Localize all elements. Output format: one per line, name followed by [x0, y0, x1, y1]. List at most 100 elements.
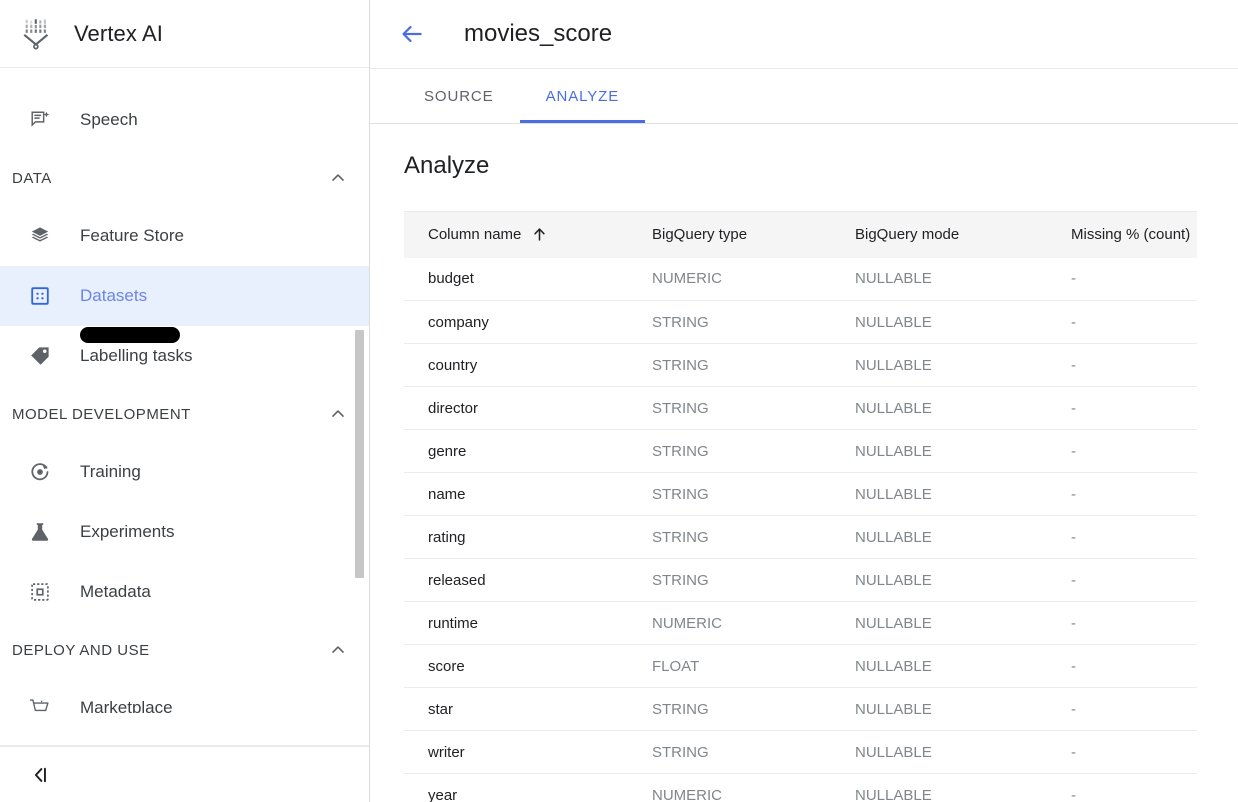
sidebar-item-label: Feature Store [80, 226, 184, 246]
sidebar-item-vision[interactable]: Vision [0, 68, 370, 90]
column-header-missing-percent[interactable]: Missing % (count) [1047, 212, 1197, 258]
table-row[interactable]: releasedSTRINGNULLABLE- [404, 559, 1197, 602]
sidebar-item-speech[interactable]: Speech [0, 90, 370, 150]
column-header-label: BigQuery mode [855, 226, 959, 243]
table-row[interactable]: writerSTRINGNULLABLE- [404, 731, 1197, 774]
table-cell-name: budget [404, 258, 628, 301]
sidebar-item-labelling-tasks[interactable]: Labelling tasks [0, 326, 370, 386]
table-cell-mode: NULLABLE [831, 774, 1047, 802]
brand-header: Vertex AI [0, 0, 369, 68]
sidebar-item-training[interactable]: Training [0, 442, 370, 502]
table-cell-type: STRING [628, 516, 831, 559]
sidebar-item-label: Marketplace [80, 698, 173, 713]
table-cell-mode: NULLABLE [831, 602, 1047, 645]
tab-label: ANALYZE [546, 88, 620, 105]
tab-source[interactable]: SOURCE [398, 69, 520, 123]
table-row[interactable]: countrySTRINGNULLABLE- [404, 344, 1197, 387]
arrow-left-icon[interactable] [392, 14, 432, 54]
table-row[interactable]: companySTRINGNULLABLE- [404, 301, 1197, 344]
sidebar-section-data[interactable]: DATA [0, 150, 370, 206]
table-cell-type: STRING [628, 301, 831, 344]
sidebar-item-label: Training [80, 462, 141, 482]
table-header-row: Column name BigQuery type [404, 212, 1197, 258]
arrow-up-icon[interactable] [531, 226, 548, 243]
table-row[interactable]: genreSTRINGNULLABLE- [404, 430, 1197, 473]
tab-bar: SOURCE ANALYZE [370, 68, 1238, 124]
column-header-label: BigQuery type [652, 226, 747, 243]
table-cell-type: NUMERIC [628, 602, 831, 645]
table-cell-mode: NULLABLE [831, 645, 1047, 688]
image-icon [22, 68, 58, 78]
column-header-column-name[interactable]: Column name [404, 212, 628, 258]
column-header-label: Missing % (count) [1071, 226, 1190, 243]
table-cell-name: star [404, 688, 628, 731]
sidebar-item-label: Labelling tasks [80, 346, 192, 366]
table-cell-name: company [404, 301, 628, 344]
tab-analyze[interactable]: ANALYZE [520, 69, 646, 123]
app-root: Vertex AI Vision [0, 0, 1238, 802]
table-cell-mode: NULLABLE [831, 430, 1047, 473]
metadata-icon [22, 574, 58, 610]
table-row[interactable]: runtimeNUMERICNULLABLE- [404, 602, 1197, 645]
sidebar: Vertex AI Vision [0, 0, 370, 802]
tag-icon [22, 338, 58, 374]
collapse-menu-icon[interactable] [22, 757, 58, 793]
table-cell-mode: NULLABLE [831, 387, 1047, 430]
table-cell-missing: - [1047, 688, 1197, 731]
table-cell-missing: - [1047, 387, 1197, 430]
column-header-bigquery-type[interactable]: BigQuery type [628, 212, 831, 258]
sidebar-item-metadata[interactable]: Metadata [0, 562, 370, 622]
sidebar-scrollbar-thumb[interactable] [355, 330, 364, 578]
sidebar-item-feature-store[interactable]: Feature Store [0, 206, 370, 266]
table-cell-type: NUMERIC [628, 258, 831, 301]
table-cell-name: country [404, 344, 628, 387]
sidebar-nav-scroll[interactable]: Vision Speech DATA [0, 68, 370, 713]
sidebar-section-model-development[interactable]: MODEL DEVELOPMENT [0, 386, 370, 442]
chevron-up-icon [328, 640, 348, 660]
sidebar-item-label: Speech [80, 110, 138, 130]
table-cell-type: STRING [628, 344, 831, 387]
table-cell-missing: - [1047, 258, 1197, 301]
datasets-icon [22, 278, 58, 314]
table-cell-name: genre [404, 430, 628, 473]
sidebar-item-datasets[interactable]: Datasets [0, 266, 370, 326]
table-cell-mode: NULLABLE [831, 301, 1047, 344]
sidebar-item-marketplace[interactable]: Marketplace [0, 678, 370, 713]
sidebar-item-experiments[interactable]: Experiments [0, 502, 370, 562]
table-row[interactable]: directorSTRINGNULLABLE- [404, 387, 1197, 430]
table-cell-name: runtime [404, 602, 628, 645]
table-cell-name: director [404, 387, 628, 430]
table-cell-mode: NULLABLE [831, 516, 1047, 559]
table-cell-missing: - [1047, 731, 1197, 774]
table-cell-type: NUMERIC [628, 774, 831, 802]
table-cell-name: released [404, 559, 628, 602]
table-cell-type: STRING [628, 688, 831, 731]
table-cell-type: STRING [628, 387, 831, 430]
table-cell-mode: NULLABLE [831, 258, 1047, 301]
table-row[interactable]: ratingSTRINGNULLABLE- [404, 516, 1197, 559]
sidebar-section-deploy-and-use[interactable]: DEPLOY AND USE [0, 622, 370, 678]
table-row[interactable]: budgetNUMERICNULLABLE- [404, 258, 1197, 301]
sidebar-item-label: Datasets [80, 286, 147, 306]
table-row[interactable]: scoreFLOATNULLABLE- [404, 645, 1197, 688]
sidebar-item-label: Experiments [80, 522, 174, 542]
table-cell-missing: - [1047, 516, 1197, 559]
table-cell-name: rating [404, 516, 628, 559]
table-cell-type: STRING [628, 430, 831, 473]
column-header-label: Column name [428, 226, 521, 243]
table-cell-name: name [404, 473, 628, 516]
table-cell-missing: - [1047, 559, 1197, 602]
table-cell-missing: - [1047, 301, 1197, 344]
table-row[interactable]: starSTRINGNULLABLE- [404, 688, 1197, 731]
table-row[interactable]: nameSTRINGNULLABLE- [404, 473, 1197, 516]
table-cell-name: score [404, 645, 628, 688]
brand-title: Vertex AI [74, 21, 163, 47]
table-cell-type: STRING [628, 731, 831, 774]
table-row[interactable]: yearNUMERICNULLABLE- [404, 774, 1197, 802]
table-cell-missing: - [1047, 645, 1197, 688]
sidebar-section-label: DATA [12, 170, 52, 187]
tab-label: SOURCE [424, 88, 494, 105]
section-heading: Analyze [370, 124, 1238, 180]
table-cell-missing: - [1047, 430, 1197, 473]
column-header-bigquery-mode[interactable]: BigQuery mode [831, 212, 1047, 258]
